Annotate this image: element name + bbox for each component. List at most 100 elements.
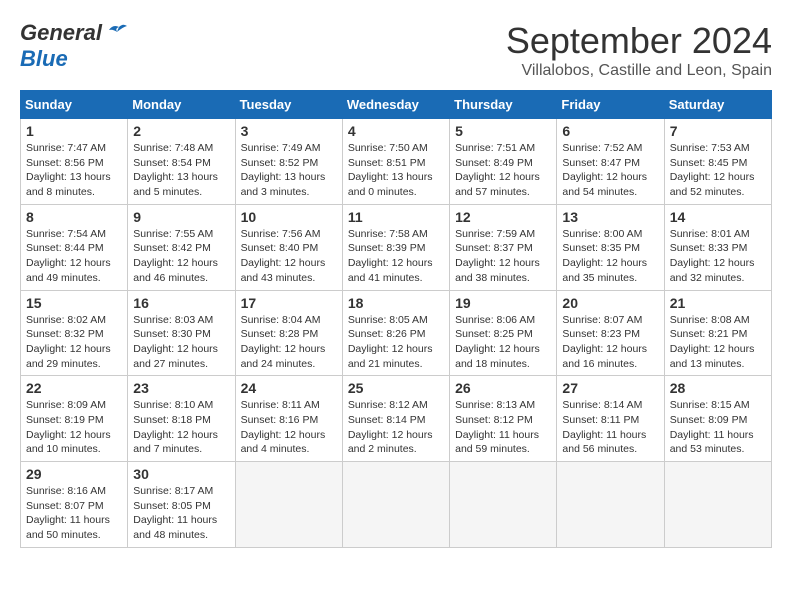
day-info: Sunrise: 7:52 AMSunset: 8:47 PMDaylight:… xyxy=(562,141,658,200)
day-number: 13 xyxy=(562,209,658,225)
day-info: Sunrise: 7:51 AMSunset: 8:49 PMDaylight:… xyxy=(455,141,551,200)
logo: General Blue xyxy=(20,20,127,72)
day-info: Sunrise: 8:14 AMSunset: 8:11 PMDaylight:… xyxy=(562,398,658,457)
day-number: 18 xyxy=(348,295,444,311)
day-number: 16 xyxy=(133,295,229,311)
calendar-week-3: 15 Sunrise: 8:02 AMSunset: 8:32 PMDayligh… xyxy=(21,290,772,376)
logo-blue-text: Blue xyxy=(20,46,68,72)
calendar-cell: 20 Sunrise: 8:07 AMSunset: 8:23 PMDayligh… xyxy=(557,290,664,376)
day-number: 8 xyxy=(26,209,122,225)
day-info: Sunrise: 8:08 AMSunset: 8:21 PMDaylight:… xyxy=(670,313,766,372)
calendar-cell: 17Sunrise: 8:04 AMSunset: 8:28 PMDayligh… xyxy=(235,290,342,376)
calendar-cell: 8 Sunrise: 7:54 AMSunset: 8:44 PMDaylight… xyxy=(21,204,128,290)
day-info: Sunrise: 8:09 AMSunset: 8:19 PMDaylight:… xyxy=(26,398,122,457)
day-info: Sunrise: 7:50 AMSunset: 8:51 PMDaylight:… xyxy=(348,141,444,200)
calendar-cell: 2 Sunrise: 7:48 AMSunset: 8:54 PMDaylight… xyxy=(128,119,235,205)
calendar-week-2: 8 Sunrise: 7:54 AMSunset: 8:44 PMDaylight… xyxy=(21,204,772,290)
calendar-body: 1Sunrise: 7:47 AMSunset: 8:56 PMDaylight… xyxy=(21,119,772,548)
calendar-week-5: 29 Sunrise: 8:16 AMSunset: 8:07 PMDayligh… xyxy=(21,462,772,548)
day-number: 11 xyxy=(348,209,444,225)
day-info: Sunrise: 8:02 AMSunset: 8:32 PMDaylight:… xyxy=(26,313,122,372)
calendar-cell: 16 Sunrise: 8:03 AMSunset: 8:30 PMDayligh… xyxy=(128,290,235,376)
logo-bird-icon xyxy=(105,22,127,40)
day-info: Sunrise: 7:55 AMSunset: 8:42 PMDaylight:… xyxy=(133,227,229,286)
calendar-cell xyxy=(235,462,342,548)
day-number: 6 xyxy=(562,123,658,139)
calendar-cell xyxy=(557,462,664,548)
day-number: 15 xyxy=(26,295,122,311)
day-number: 3 xyxy=(241,123,337,139)
day-number: 25 xyxy=(348,380,444,396)
calendar-week-1: 1Sunrise: 7:47 AMSunset: 8:56 PMDaylight… xyxy=(21,119,772,205)
day-info: Sunrise: 8:07 AMSunset: 8:23 PMDaylight:… xyxy=(562,313,658,372)
day-number: 26 xyxy=(455,380,551,396)
calendar-cell: 11 Sunrise: 7:58 AMSunset: 8:39 PMDayligh… xyxy=(342,204,449,290)
calendar-cell: 5 Sunrise: 7:51 AMSunset: 8:49 PMDaylight… xyxy=(450,119,557,205)
day-number: 2 xyxy=(133,123,229,139)
title-block: September 2024 Villalobos, Castille and … xyxy=(506,20,772,80)
day-info: Sunrise: 8:10 AMSunset: 8:18 PMDaylight:… xyxy=(133,398,229,457)
calendar-cell xyxy=(664,462,771,548)
calendar-table: SundayMondayTuesdayWednesdayThursdayFrid… xyxy=(20,90,772,548)
day-info: Sunrise: 8:17 AMSunset: 8:05 PMDaylight:… xyxy=(133,484,229,543)
day-info: Sunrise: 8:15 AMSunset: 8:09 PMDaylight:… xyxy=(670,398,766,457)
calendar-header-tuesday: Tuesday xyxy=(235,91,342,119)
logo-general-text: General xyxy=(20,20,102,46)
page-header: General Blue September 2024 Villalobos, … xyxy=(20,20,772,80)
calendar-cell xyxy=(342,462,449,548)
day-info: Sunrise: 8:16 AMSunset: 8:07 PMDaylight:… xyxy=(26,484,122,543)
day-number: 10 xyxy=(241,209,337,225)
day-info: Sunrise: 7:58 AMSunset: 8:39 PMDaylight:… xyxy=(348,227,444,286)
day-info: Sunrise: 8:00 AMSunset: 8:35 PMDaylight:… xyxy=(562,227,658,286)
day-number: 14 xyxy=(670,209,766,225)
day-number: 7 xyxy=(670,123,766,139)
calendar-cell: 29 Sunrise: 8:16 AMSunset: 8:07 PMDayligh… xyxy=(21,462,128,548)
page-title: September 2024 xyxy=(506,20,772,62)
day-info: Sunrise: 8:12 AMSunset: 8:14 PMDaylight:… xyxy=(348,398,444,457)
day-info: Sunrise: 7:49 AMSunset: 8:52 PMDaylight:… xyxy=(241,141,337,200)
calendar-cell: 30Sunrise: 8:17 AMSunset: 8:05 PMDayligh… xyxy=(128,462,235,548)
calendar-header-thursday: Thursday xyxy=(450,91,557,119)
calendar-week-4: 22 Sunrise: 8:09 AMSunset: 8:19 PMDayligh… xyxy=(21,376,772,462)
calendar-cell: 22 Sunrise: 8:09 AMSunset: 8:19 PMDayligh… xyxy=(21,376,128,462)
day-number: 29 xyxy=(26,466,122,482)
calendar-cell: 18Sunrise: 8:05 AMSunset: 8:26 PMDayligh… xyxy=(342,290,449,376)
calendar-cell: 12Sunrise: 7:59 AMSunset: 8:37 PMDayligh… xyxy=(450,204,557,290)
day-number: 5 xyxy=(455,123,551,139)
calendar-cell: 10 Sunrise: 7:56 AMSunset: 8:40 PMDayligh… xyxy=(235,204,342,290)
day-number: 27 xyxy=(562,380,658,396)
day-info: Sunrise: 8:06 AMSunset: 8:25 PMDaylight:… xyxy=(455,313,551,372)
day-info: Sunrise: 8:03 AMSunset: 8:30 PMDaylight:… xyxy=(133,313,229,372)
day-number: 22 xyxy=(26,380,122,396)
calendar-header-friday: Friday xyxy=(557,91,664,119)
day-info: Sunrise: 7:56 AMSunset: 8:40 PMDaylight:… xyxy=(241,227,337,286)
day-number: 21 xyxy=(670,295,766,311)
calendar-cell: 6 Sunrise: 7:52 AMSunset: 8:47 PMDaylight… xyxy=(557,119,664,205)
calendar-header-row: SundayMondayTuesdayWednesdayThursdayFrid… xyxy=(21,91,772,119)
calendar-cell: 23Sunrise: 8:10 AMSunset: 8:18 PMDayligh… xyxy=(128,376,235,462)
day-number: 4 xyxy=(348,123,444,139)
calendar-cell xyxy=(450,462,557,548)
day-info: Sunrise: 7:59 AMSunset: 8:37 PMDaylight:… xyxy=(455,227,551,286)
calendar-cell: 9 Sunrise: 7:55 AMSunset: 8:42 PMDaylight… xyxy=(128,204,235,290)
day-number: 20 xyxy=(562,295,658,311)
day-number: 24 xyxy=(241,380,337,396)
day-info: Sunrise: 8:13 AMSunset: 8:12 PMDaylight:… xyxy=(455,398,551,457)
calendar-cell: 14Sunrise: 8:01 AMSunset: 8:33 PMDayligh… xyxy=(664,204,771,290)
day-number: 9 xyxy=(133,209,229,225)
day-info: Sunrise: 7:48 AMSunset: 8:54 PMDaylight:… xyxy=(133,141,229,200)
day-number: 17 xyxy=(241,295,337,311)
calendar-cell: 26 Sunrise: 8:13 AMSunset: 8:12 PMDayligh… xyxy=(450,376,557,462)
calendar-cell: 13 Sunrise: 8:00 AMSunset: 8:35 PMDayligh… xyxy=(557,204,664,290)
calendar-cell: 1Sunrise: 7:47 AMSunset: 8:56 PMDaylight… xyxy=(21,119,128,205)
calendar-cell: 25 Sunrise: 8:12 AMSunset: 8:14 PMDayligh… xyxy=(342,376,449,462)
calendar-cell: 3 Sunrise: 7:49 AMSunset: 8:52 PMDaylight… xyxy=(235,119,342,205)
day-info: Sunrise: 7:47 AMSunset: 8:56 PMDaylight:… xyxy=(26,141,122,200)
calendar-cell: 27 Sunrise: 8:14 AMSunset: 8:11 PMDayligh… xyxy=(557,376,664,462)
calendar-header-wednesday: Wednesday xyxy=(342,91,449,119)
calendar-cell: 7Sunrise: 7:53 AMSunset: 8:45 PMDaylight… xyxy=(664,119,771,205)
calendar-cell: 24Sunrise: 8:11 AMSunset: 8:16 PMDayligh… xyxy=(235,376,342,462)
day-info: Sunrise: 7:54 AMSunset: 8:44 PMDaylight:… xyxy=(26,227,122,286)
calendar-header-monday: Monday xyxy=(128,91,235,119)
calendar-header-saturday: Saturday xyxy=(664,91,771,119)
